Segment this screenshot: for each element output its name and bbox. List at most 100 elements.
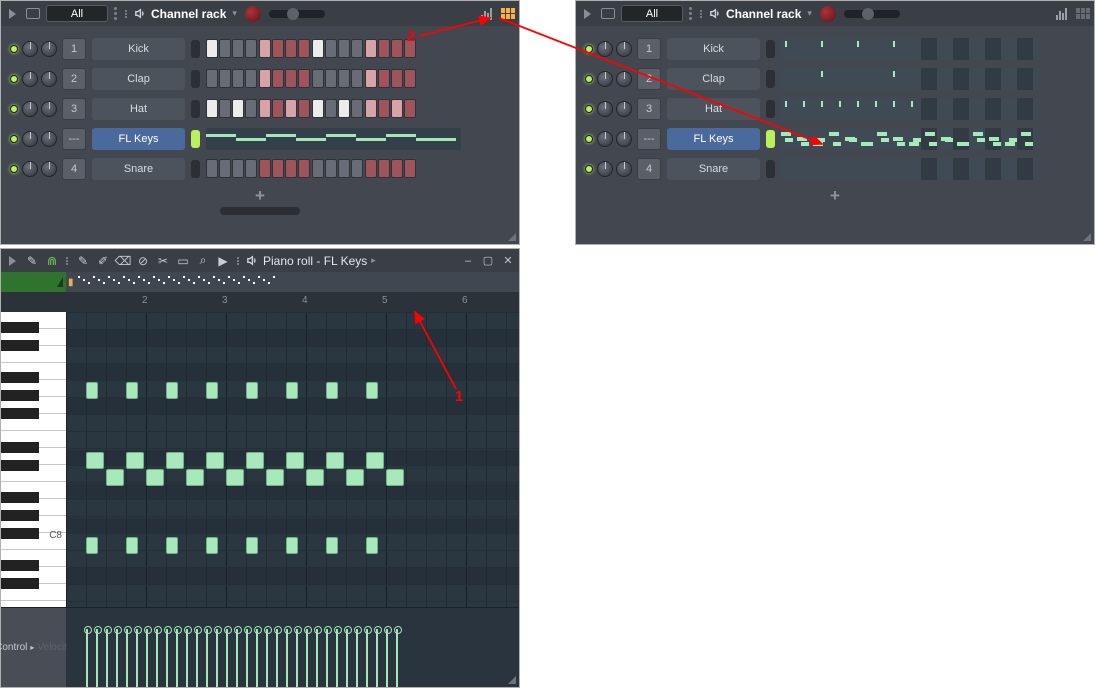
- volume-knob[interactable]: [41, 161, 57, 177]
- step-button[interactable]: [272, 69, 284, 88]
- step-button[interactable]: [232, 99, 244, 118]
- channel-select-led[interactable]: [766, 100, 775, 118]
- channel-number[interactable]: 2: [637, 68, 661, 90]
- step-button[interactable]: [232, 159, 244, 178]
- step-button[interactable]: [206, 39, 218, 58]
- step-button[interactable]: [219, 99, 231, 118]
- step-button[interactable]: [365, 159, 377, 178]
- mini-preview[interactable]: [781, 158, 1041, 180]
- channel-select-led[interactable]: [191, 130, 200, 148]
- note-preview[interactable]: [206, 128, 461, 150]
- step-button[interactable]: [232, 39, 244, 58]
- horizontal-scroll[interactable]: [220, 207, 300, 215]
- step-button[interactable]: [272, 39, 284, 58]
- channel-name-button[interactable]: FL Keys: [667, 128, 760, 150]
- pan-knob[interactable]: [22, 131, 38, 147]
- channel-led[interactable]: [585, 105, 593, 113]
- volume-knob[interactable]: [41, 101, 57, 117]
- record-button[interactable]: [820, 6, 836, 22]
- step-button[interactable]: [325, 99, 337, 118]
- step-button[interactable]: [351, 159, 363, 178]
- step-button[interactable]: [351, 39, 363, 58]
- channel-led[interactable]: [10, 135, 18, 143]
- step-button[interactable]: [259, 39, 271, 58]
- pan-knob[interactable]: [597, 41, 613, 57]
- pan-knob[interactable]: [22, 101, 38, 117]
- close-button[interactable]: ✕: [501, 255, 515, 267]
- channel-led[interactable]: [10, 45, 18, 53]
- step-button[interactable]: [338, 99, 350, 118]
- channel-led[interactable]: [10, 105, 18, 113]
- magnet-icon[interactable]: ⋒: [44, 253, 60, 269]
- step-button[interactable]: [365, 69, 377, 88]
- step-button[interactable]: [285, 69, 297, 88]
- step-button[interactable]: [219, 39, 231, 58]
- step-button[interactable]: [285, 99, 297, 118]
- volume-knob[interactable]: [616, 71, 632, 87]
- view-steps-icon[interactable]: [501, 8, 515, 19]
- volume-knob[interactable]: [41, 71, 57, 87]
- chevron-down-icon[interactable]: ▾: [232, 8, 237, 19]
- folder-icon[interactable]: [26, 8, 40, 19]
- channel-select-led[interactable]: [191, 40, 200, 58]
- channel-select-led[interactable]: [191, 100, 200, 118]
- volume-knob[interactable]: [41, 41, 57, 57]
- channel-number[interactable]: 4: [637, 158, 661, 180]
- channel-led[interactable]: [585, 75, 593, 83]
- step-button[interactable]: [391, 99, 403, 118]
- channel-name-button[interactable]: Kick: [92, 38, 185, 60]
- step-sequencer[interactable]: [206, 69, 416, 88]
- channel-name-button[interactable]: Clap: [667, 68, 760, 90]
- step-button[interactable]: [378, 39, 390, 58]
- piano-keyboard[interactable]: C8: [1, 312, 66, 607]
- wrench-icon[interactable]: ✎: [24, 253, 40, 269]
- step-button[interactable]: [378, 99, 390, 118]
- pan-knob[interactable]: [22, 71, 38, 87]
- step-button[interactable]: [312, 39, 324, 58]
- play-icon[interactable]: [9, 9, 16, 19]
- step-button[interactable]: [338, 159, 350, 178]
- step-button[interactable]: [245, 99, 257, 118]
- step-sequencer[interactable]: [206, 159, 416, 178]
- channel-name-button[interactable]: Hat: [92, 98, 185, 120]
- volume-knob[interactable]: [616, 131, 632, 147]
- channel-number[interactable]: 3: [637, 98, 661, 120]
- step-button[interactable]: [325, 39, 337, 58]
- step-sequencer[interactable]: [206, 39, 416, 58]
- channel-number[interactable]: 1: [62, 38, 86, 60]
- step-button[interactable]: [391, 39, 403, 58]
- note-grid[interactable]: [66, 312, 519, 607]
- channel-number[interactable]: ---: [62, 128, 86, 150]
- pan-knob[interactable]: [597, 71, 613, 87]
- step-button[interactable]: [404, 99, 416, 118]
- step-button[interactable]: [272, 99, 284, 118]
- channel-group-selector[interactable]: All: [46, 5, 108, 22]
- mini-preview[interactable]: [781, 68, 1041, 90]
- step-button[interactable]: [298, 69, 310, 88]
- zoom-icon[interactable]: ⌕: [195, 253, 211, 269]
- step-button[interactable]: [285, 159, 297, 178]
- step-button[interactable]: [338, 39, 350, 58]
- pan-knob[interactable]: [597, 131, 613, 147]
- step-button[interactable]: [259, 69, 271, 88]
- channel-name-button[interactable]: Hat: [667, 98, 760, 120]
- step-button[interactable]: [259, 99, 271, 118]
- control-label[interactable]: Control▸ Velocity: [1, 608, 66, 687]
- view-graph-icon[interactable]: [481, 7, 492, 20]
- step-button[interactable]: [391, 159, 403, 178]
- mini-preview[interactable]: [781, 38, 1041, 60]
- play-icon[interactable]: [9, 256, 16, 266]
- volume-knob[interactable]: [616, 161, 632, 177]
- step-button[interactable]: [378, 69, 390, 88]
- step-button[interactable]: [312, 99, 324, 118]
- velocity-lane[interactable]: [66, 608, 519, 687]
- play-tool-icon[interactable]: ▶: [215, 253, 231, 269]
- channel-number[interactable]: 4: [62, 158, 86, 180]
- channel-led[interactable]: [10, 165, 18, 173]
- piano-roll-ruler[interactable]: 23456: [1, 292, 519, 312]
- channel-number[interactable]: 2: [62, 68, 86, 90]
- step-button[interactable]: [404, 69, 416, 88]
- step-button[interactable]: [391, 69, 403, 88]
- step-button[interactable]: [272, 159, 284, 178]
- step-button[interactable]: [232, 69, 244, 88]
